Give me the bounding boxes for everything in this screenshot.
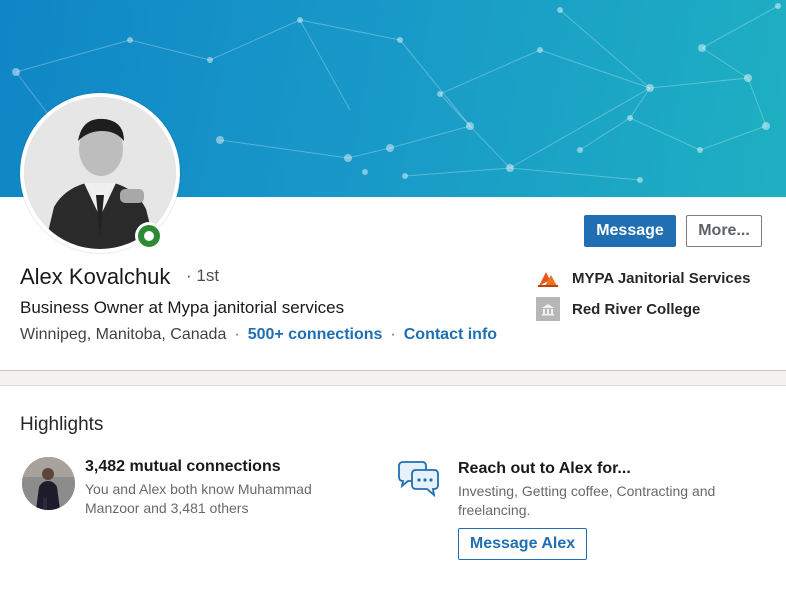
message-button[interactable]: Message	[584, 215, 676, 247]
org-education[interactable]: Red River College	[536, 297, 700, 321]
org-current-company[interactable]: MYPA Janitorial Services	[536, 266, 750, 290]
online-status-icon	[135, 222, 163, 250]
profile-name: Alex Kovalchuk	[20, 264, 171, 289]
more-button[interactable]: More...	[686, 215, 762, 247]
mutual-connections-title[interactable]: 3,482 mutual connections	[85, 458, 281, 476]
connections-link[interactable]: 500+ connections	[248, 326, 383, 343]
profile-location: Winnipeg, Manitoba, Canada	[20, 326, 227, 343]
mutual-connection-avatar[interactable]	[22, 457, 75, 510]
degree-separator: ·	[186, 266, 192, 285]
reach-out-title: Reach out to Alex for...	[458, 460, 631, 477]
meta-separator: ·	[234, 326, 240, 343]
contact-info-link[interactable]: Contact info	[404, 326, 497, 343]
profile-headline: Business Owner at Mypa janitorial servic…	[20, 298, 345, 317]
highlights-heading: Highlights	[20, 414, 104, 435]
message-alex-button[interactable]: Message Alex	[458, 528, 587, 560]
degree-label: 1st	[196, 266, 220, 285]
mypa-logo-icon	[536, 266, 560, 290]
org-name: MYPA Janitorial Services	[572, 269, 751, 287]
mutual-connections-description: You and Alex both know Muhammad Manzoor …	[85, 481, 312, 516]
school-building-icon	[536, 297, 560, 321]
connection-degree: · 1st	[186, 266, 219, 286]
person-photo-icon	[22, 457, 75, 510]
meta-separator: ·	[390, 326, 396, 343]
reach-out-description: Investing, Getting coffee, Contracting a…	[458, 483, 716, 518]
profile-meta: Winnipeg, Manitoba, Canada · 500+ connecti…	[20, 326, 497, 344]
org-name: Red River College	[572, 300, 701, 318]
section-divider	[0, 385, 786, 386]
section-gap	[0, 371, 786, 385]
chat-bubbles-icon	[396, 460, 440, 498]
